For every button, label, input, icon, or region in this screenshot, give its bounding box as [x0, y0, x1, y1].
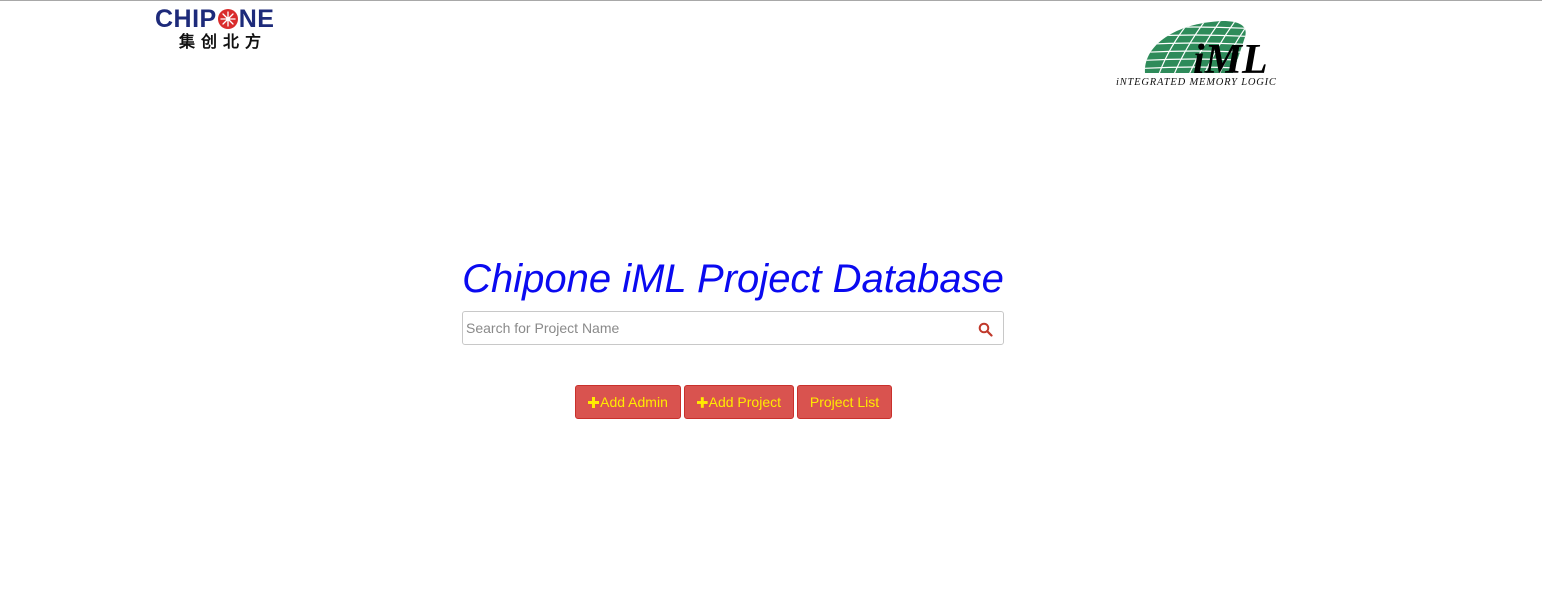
chipone-wordmark: CHIP NE — [155, 5, 300, 33]
add-project-button[interactable]: Add Project — [684, 385, 794, 419]
search-input[interactable] — [463, 312, 966, 344]
page-title: Chipone iML Project Database — [462, 257, 1004, 301]
chipone-word-suffix: NE — [238, 5, 275, 33]
plus-icon — [697, 396, 708, 408]
add-admin-label: Add Admin — [600, 394, 668, 410]
action-buttons: Add Admin Add Project Project List — [575, 385, 892, 419]
page: CHIP NE 集创北方 iML iNTEGRATED MEMORY LOGIC… — [0, 0, 1542, 599]
search-box — [462, 311, 1004, 345]
project-list-label: Project List — [809, 394, 880, 410]
chipone-chinese-name: 集创北方 — [179, 32, 268, 51]
chipone-word-prefix: CHIP — [155, 5, 217, 33]
add-admin-button[interactable]: Add Admin — [575, 385, 681, 419]
iml-logo: iML iNTEGRATED MEMORY LOGIC — [1113, 17, 1313, 95]
chipone-logo: CHIP NE 集创北方 — [155, 5, 300, 55]
plus-icon — [588, 396, 600, 408]
search-icon[interactable] — [978, 322, 993, 337]
project-list-button[interactable]: Project List — [797, 385, 892, 419]
chipone-star-o-icon — [217, 9, 238, 29]
add-project-label: Add Project — [708, 394, 781, 410]
iml-globe-mark: iML — [1144, 21, 1268, 83]
iml-tagline: iNTEGRATED MEMORY LOGIC — [1116, 77, 1277, 88]
iml-mark-text: iML — [1193, 37, 1268, 77]
